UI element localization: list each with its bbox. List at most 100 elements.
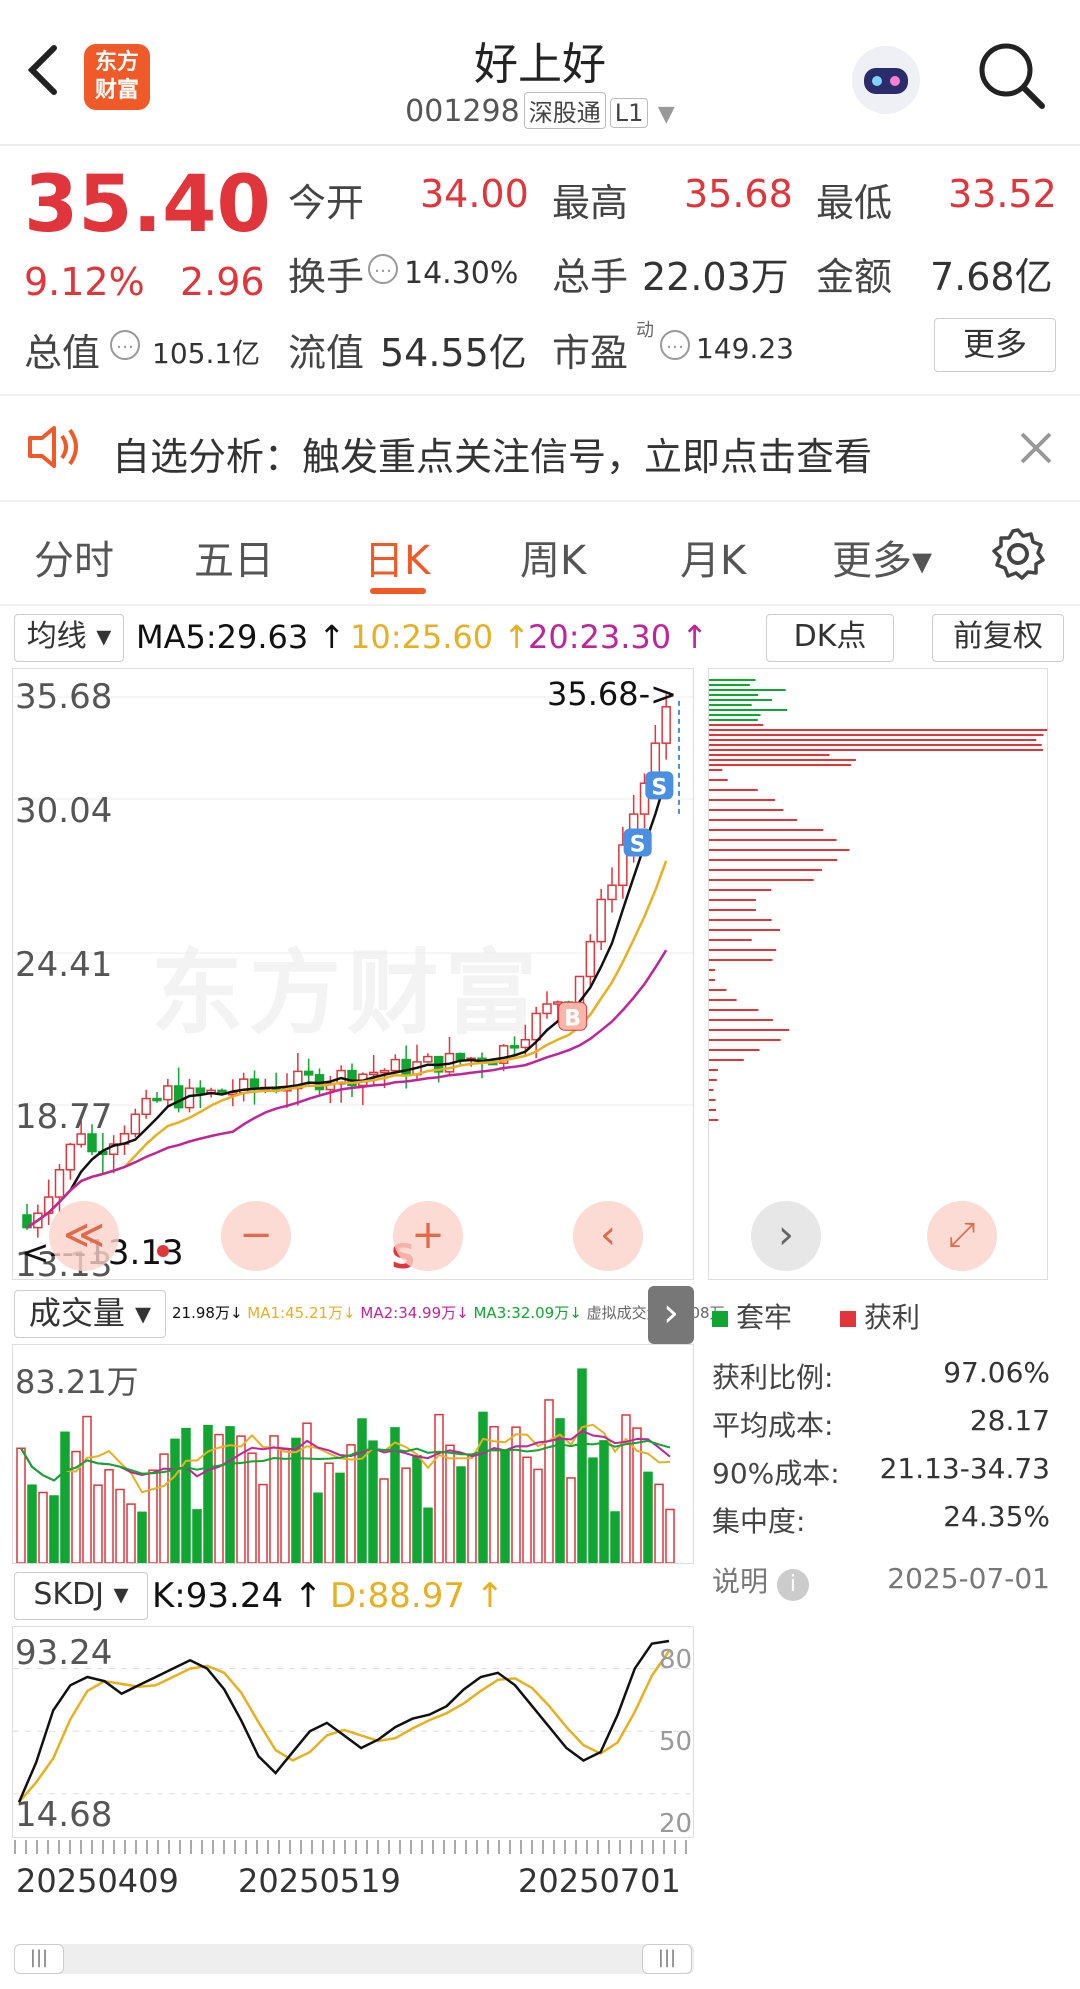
avg-cost-value: 28.17 (969, 1404, 1050, 1437)
pe-value: 149.23 (696, 332, 794, 365)
chip-bar (709, 969, 715, 971)
chip-bar (709, 749, 1043, 751)
skdj-plot (13, 1639, 693, 1804)
volume-bar (137, 1511, 147, 1563)
range-scrollbar[interactable]: ||| ||| (14, 1944, 694, 1974)
volume-bar (258, 1483, 268, 1563)
chip-bar (709, 1099, 716, 1101)
tab-daily-k[interactable]: 日K (364, 528, 430, 586)
more-button[interactable]: 更多 (934, 318, 1056, 372)
range-left-handle[interactable]: ||| (14, 1944, 64, 1974)
panel-expand-button[interactable]: › (648, 1286, 694, 1344)
volume-bar (500, 1449, 510, 1563)
info-icon[interactable]: … (110, 330, 140, 360)
tab-intraday[interactable]: 分时 (34, 528, 114, 586)
legend-trapped: 套牢 (712, 1296, 792, 1336)
ma-selector[interactable]: 均线 ▾ (14, 614, 124, 662)
candle-body (65, 1143, 76, 1171)
info-icon[interactable]: … (368, 254, 398, 284)
search-icon[interactable] (976, 40, 1046, 110)
chip-bar (709, 999, 737, 1001)
candle-body (531, 1012, 541, 1041)
avg-cost-label: 平均成本: (712, 1409, 834, 1442)
volume-selector[interactable]: 成交量 ▾ (14, 1290, 166, 1338)
kline-plot: B S S (13, 694, 693, 1257)
chip-bar (709, 679, 756, 681)
volume-bar (665, 1508, 675, 1563)
candle-body (607, 884, 617, 901)
turnover-label: 换手 (288, 255, 365, 299)
dk-point-button[interactable]: DK点 (766, 614, 894, 662)
skdj-level-80: 80 (659, 1645, 693, 1675)
high-value: 35.68 (684, 172, 793, 216)
volume-bar (357, 1418, 367, 1563)
chip-bar (709, 769, 723, 771)
tab-five-day[interactable]: 五日 (194, 528, 274, 586)
volume-bar (445, 1444, 455, 1563)
zoom-out-button[interactable]: − (221, 1201, 291, 1271)
close-icon[interactable] (1016, 428, 1056, 468)
volume-bar (412, 1455, 422, 1563)
scroll-left-button[interactable]: ‹ (573, 1201, 643, 1271)
legend-profit: 获利 (840, 1296, 920, 1336)
price-adjust-button[interactable]: 前复权 (932, 614, 1064, 662)
candle-body (390, 1058, 401, 1072)
y-tick-label: 18.77 (15, 1097, 113, 1137)
candle-body (141, 1097, 151, 1116)
volume-bar (313, 1492, 323, 1563)
high-label: 最高 (552, 181, 629, 225)
candle-body (303, 1070, 314, 1076)
tab-monthly-k[interactable]: 月K (680, 528, 746, 586)
ma20-line (26, 949, 668, 1229)
skdj-k-line (17, 1639, 670, 1803)
ma20-value: 20:23.30 ↑ (528, 618, 709, 656)
chip-bar (709, 1109, 717, 1111)
skdj-selector[interactable]: SKDJ ▾ (14, 1572, 148, 1620)
gear-icon[interactable] (990, 526, 1046, 582)
robot-assistant-icon[interactable] (846, 40, 926, 120)
chip-bar (709, 764, 851, 766)
change-amount: 2.96 (180, 260, 265, 304)
amount-label: 金额 (816, 255, 893, 299)
notice-text[interactable]: 自选分析：触发重点关注信号，立即点击查看 (112, 426, 872, 481)
float-cap-value: 54.55亿 (380, 331, 527, 375)
volume-bar (379, 1478, 389, 1563)
explain-link[interactable]: 说明 i (712, 1560, 809, 1601)
chip-bar (709, 859, 838, 861)
chip-distribution-chart[interactable]: › ⤢ (708, 668, 1048, 1280)
zoom-in-button[interactable]: + (393, 1201, 463, 1271)
tab-more[interactable]: 更多▾ (832, 528, 932, 586)
scroll-right-button[interactable]: › (751, 1201, 821, 1271)
volume-bar (38, 1491, 48, 1563)
chip-bar (709, 729, 1047, 731)
current-price: 35.40 (24, 160, 271, 250)
info-icon[interactable]: … (660, 330, 690, 360)
volume-bar (555, 1418, 565, 1563)
concentration-value: 24.35% (943, 1500, 1050, 1533)
chip-bar (709, 684, 750, 686)
skdj-top-label: 93.24 (15, 1633, 113, 1673)
volume-bar (621, 1414, 631, 1563)
chip-bar (709, 869, 823, 871)
chip-bar (709, 689, 786, 691)
rewind-button[interactable]: ≪ (49, 1201, 119, 1271)
chip-bar (709, 1009, 759, 1011)
volume-bar (170, 1438, 180, 1563)
chip-bar (709, 819, 798, 821)
volume-bar (126, 1503, 136, 1563)
tab-weekly-k[interactable]: 周K (520, 528, 586, 586)
expand-icon[interactable]: ⤢ (927, 1201, 997, 1271)
range-right-handle[interactable]: ||| (642, 1944, 692, 1974)
profit-ratio-label: 获利比例: (712, 1361, 834, 1394)
stock-code: 001298 (405, 94, 520, 129)
date-label: 20250701 (518, 1862, 681, 1900)
chip-bar (709, 1049, 760, 1051)
ma10-value: 10:25.60 ↑ (350, 618, 531, 656)
candle-body (54, 1169, 65, 1198)
chip-bar (709, 919, 772, 921)
kline-chart[interactable]: 东方财富 BSS 35.68 30.04 24.41 18.77 13.13 3… (12, 668, 694, 1285)
chip-bar (709, 879, 814, 881)
candle-body (520, 1038, 531, 1049)
skdj-bottom-label: 14.68 (15, 1795, 113, 1835)
chevron-down-icon[interactable]: ▼ (658, 102, 675, 127)
